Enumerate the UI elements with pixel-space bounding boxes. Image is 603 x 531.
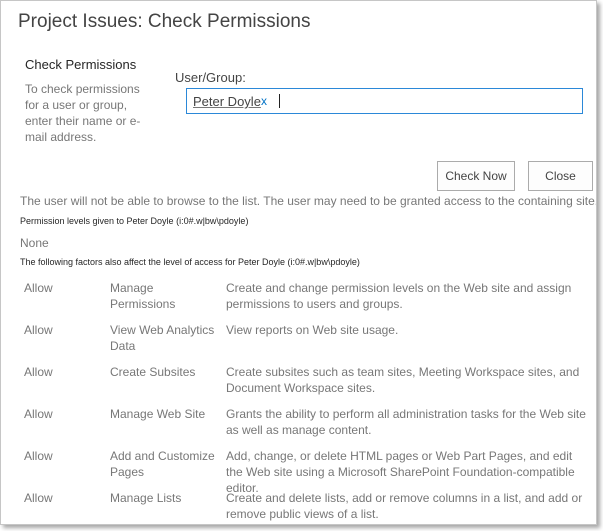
permission-name: Add and Customize Pages — [110, 449, 215, 479]
permission-description: Create and change permission levels on t… — [226, 281, 572, 311]
permission-description: Grants the ability to perform all admini… — [226, 407, 586, 437]
permission-name: Create Subsites — [110, 365, 196, 379]
user-group-label: User/Group: — [175, 70, 246, 85]
permission-description: Create and delete lists, add or remove c… — [226, 491, 583, 521]
permission-name: View Web Analytics Data — [110, 323, 215, 353]
check-now-button[interactable]: Check Now — [437, 161, 515, 191]
permission-levels-value: None — [20, 236, 49, 250]
close-button[interactable]: Close — [528, 161, 593, 191]
factors-heading: The following factors also affect the le… — [20, 257, 360, 267]
permission-description: View reports on Web site usage. — [226, 323, 399, 337]
permission-name: Manage Lists — [110, 491, 182, 505]
permission-effect: Allow — [24, 449, 53, 463]
section-description: To check permissions for a user or group… — [25, 82, 141, 144]
permission-levels-heading: Permission levels given to Peter Doyle (… — [20, 216, 249, 226]
permission-effect: Allow — [24, 365, 53, 379]
resolved-user-entity[interactable]: Peter Doyle — [193, 94, 261, 109]
text-cursor — [279, 94, 280, 108]
user-group-input[interactable]: Peter Doyle x — [186, 88, 583, 114]
permission-description: Add, change, or delete HTML pages or Web… — [226, 449, 575, 495]
permission-name: Manage Permissions — [110, 281, 176, 311]
check-permissions-dialog: Project Issues: Check Permissions Check … — [0, 0, 597, 525]
access-warning: The user will not be able to browse to t… — [20, 194, 597, 208]
permission-effect: Allow — [24, 323, 53, 337]
permission-description: Create subsites such as team sites, Meet… — [226, 365, 580, 395]
permission-effect: Allow — [24, 407, 53, 421]
permission-name: Manage Web Site — [110, 407, 206, 421]
permission-effect: Allow — [24, 281, 53, 295]
section-heading: Check Permissions — [25, 57, 137, 72]
remove-entity-icon[interactable]: x — [261, 94, 267, 108]
dialog-title: Project Issues: Check Permissions — [18, 11, 311, 32]
permission-effect: Allow — [24, 491, 53, 505]
